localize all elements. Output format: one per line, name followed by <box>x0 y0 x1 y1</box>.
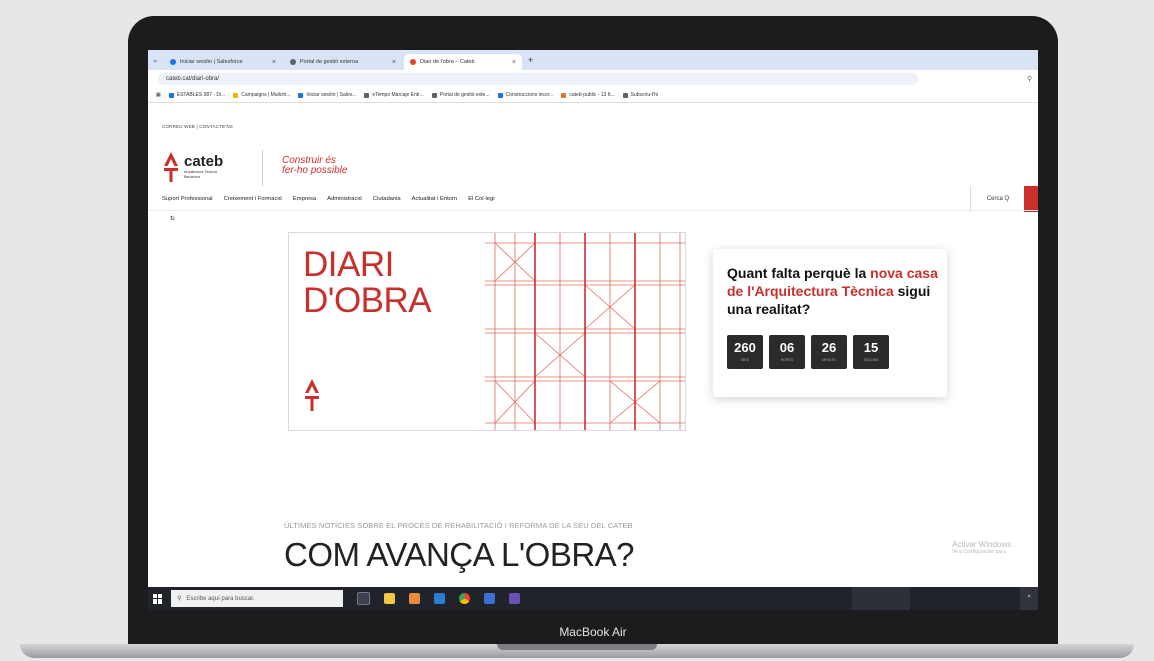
file-explorer-icon[interactable] <box>384 593 395 604</box>
search-icon: ⚲ <box>177 596 182 602</box>
tab-portal[interactable]: Portal de gestió externa × <box>284 54 402 70</box>
bookmark-item[interactable]: Campaigns | Mailchi... <box>233 92 290 98</box>
nav-item-creixement[interactable]: Creixement i Formació <box>224 196 282 202</box>
close-tab-icon[interactable]: × <box>392 59 396 66</box>
tab-diari-obra[interactable]: Diari de l'obra – Cateb × <box>404 54 522 70</box>
bookmark-favicon-icon <box>497 92 503 98</box>
bookmark-item[interactable]: Construccions incor... <box>497 92 553 98</box>
new-tab-icon[interactable]: + <box>528 55 533 65</box>
timer-unit: DIES <box>740 358 750 362</box>
bookmark-favicon-icon <box>622 92 628 98</box>
nav-item-actualitat[interactable]: Actualitat i Entorn <box>412 196 457 202</box>
banner-title-line-1: DIARI <box>303 245 394 284</box>
cateb-logo-icon[interactable] <box>164 152 178 182</box>
countdown-card: Quant falta perquè la nova casa de l'Arq… <box>713 249 947 397</box>
bookmark-item[interactable]: Portal de gestió exte... <box>431 92 490 98</box>
tab-title: Portal de gestió externa <box>300 59 359 65</box>
zoom-icon[interactable]: ⚲ <box>1027 75 1032 83</box>
url-input[interactable]: cateb.cat/diari-obra/ <box>158 73 918 85</box>
logo-name[interactable]: cateb <box>184 153 223 170</box>
tab-title: Diari de l'obra – Cateb <box>420 59 475 65</box>
chrome-icon[interactable] <box>459 593 470 604</box>
tab-search-icon[interactable]: ⌄ <box>148 56 162 64</box>
timer-minutes: 26 MINUTS <box>811 335 847 369</box>
bookmark-item[interactable]: eTempo Marcaje Entr... <box>364 92 424 98</box>
timer-unit: HORES <box>780 358 794 362</box>
close-tab-icon[interactable]: × <box>512 59 516 66</box>
timer-unit: MINUTS <box>822 358 836 362</box>
timer-value: 260 <box>734 340 756 355</box>
laptop-notch <box>497 644 657 650</box>
bookmark-favicon-icon <box>298 92 304 98</box>
main-nav: Suport Professional Creixement i Formaci… <box>162 196 505 202</box>
bookmark-favicon-icon <box>233 92 239 98</box>
tab-salesforce[interactable]: Iniciar sesión | Salesforce × <box>164 54 282 70</box>
menu-button[interactable] <box>1024 186 1038 212</box>
search-button[interactable]: Cerca Q <box>970 186 1025 212</box>
address-bar: ← → ↻ cateb.cat/diari-obra/ ⚲ <box>148 70 1038 222</box>
bookmark-item[interactable]: cateb-public - 13 It... <box>561 92 615 98</box>
diari-obra-banner: DIARI D'OBRA <box>288 232 686 431</box>
activate-windows-watermark: Activar Windows Ve a Configuración para <box>952 540 1011 555</box>
nav-item-ciutadania[interactable]: Ciutadania <box>373 196 401 202</box>
cateb-favicon-icon <box>410 59 416 65</box>
windows-start-icon[interactable] <box>153 593 163 604</box>
countdown-headline: Quant falta perquè la nova casa de l'Arq… <box>727 264 941 318</box>
task-view-icon[interactable] <box>357 592 370 605</box>
windows-taskbar: ⚲ Escribe aquí para buscar. ^ <box>148 587 1038 610</box>
timer-unit: SEGONS <box>863 358 879 362</box>
section-heading: COM AVANÇA L'OBRA? <box>284 536 635 573</box>
logo-divider <box>262 150 263 186</box>
activate-title: Activar Windows <box>952 540 1012 549</box>
nav-item-administracio[interactable]: Administració <box>327 196 362 202</box>
close-tab-icon[interactable]: × <box>272 59 276 66</box>
headline-text: Quant falta perquè la <box>727 265 871 281</box>
timer-days: 260 DIES <box>727 335 763 369</box>
browser-tabbar: ⌄ Iniciar sesión | Salesforce × Portal d… <box>148 50 1038 70</box>
nav-item-collegi[interactable]: El Col·legi <box>468 196 494 202</box>
salesforce-favicon-icon <box>170 59 176 65</box>
timer-value: 06 <box>779 340 795 355</box>
banner-title-line-2: D'OBRA <box>303 281 432 320</box>
scaffold-grid-illustration <box>485 233 685 430</box>
timer-hours: 06 HORES <box>769 335 805 369</box>
banner-logo-icon <box>305 379 319 411</box>
device-brand-label: MacBook Air <box>559 625 627 639</box>
screen: ⌄ Iniciar sesión | Salesforce × Portal d… <box>148 50 1038 610</box>
section-subheading: ÚLTIMES NOTÍCIES SOBRE EL PROCÉS DE REHA… <box>284 521 633 530</box>
bookmark-item[interactable]: Iniciar sesión | Sales... <box>298 92 356 98</box>
nav-item-suport[interactable]: Suport Professional <box>162 196 213 202</box>
apps-icon[interactable]: ▦ <box>156 92 161 98</box>
logo-subtitle: Arquitectura Tècnica Barcelona <box>184 170 217 179</box>
slogan-line-2: fer-ho possible <box>282 165 348 176</box>
slogan: Construir és fer-ho possible <box>282 156 347 176</box>
taskbar-search-input[interactable]: ⚲ Escribe aquí para buscar. <box>171 590 343 607</box>
outlook-icon[interactable] <box>434 593 445 604</box>
tab-title: Iniciar sesión | Salesforce <box>180 59 243 65</box>
app-icon[interactable] <box>484 593 495 604</box>
bookmark-item[interactable]: Subscriu-t'hi <box>622 92 658 98</box>
nav-item-empresa[interactable]: Empresa <box>293 196 316 202</box>
activate-subtitle: Ve a Configuración para <box>952 549 1006 555</box>
countdown-timer: 260 DIES 06 HORES 26 MINUTS 15 SEGONS <box>727 335 895 369</box>
bookmark-favicon-icon <box>364 92 370 98</box>
reload-icon[interactable]: ↻ <box>170 216 175 222</box>
timer-value: 26 <box>821 340 837 355</box>
search-placeholder: Escribe aquí para buscar. <box>186 595 255 602</box>
app-icon[interactable] <box>409 593 420 604</box>
bookmarks-bar: ▦ ESTABLES 387 - Di... Campaigns | Mailc… <box>148 88 1038 103</box>
taskbar-tray-area <box>852 587 910 610</box>
bookmark-favicon-icon <box>431 92 437 98</box>
nav-divider <box>148 210 1038 211</box>
banner-title: DIARI D'OBRA <box>303 245 432 320</box>
teams-icon[interactable] <box>509 593 520 604</box>
chevron-up-icon[interactable]: ^ <box>1020 587 1038 610</box>
utility-links[interactable]: CORREU WEB | CONTACTE'NS <box>162 124 233 129</box>
timer-seconds: 15 SEGONS <box>853 335 889 369</box>
bookmark-favicon-icon <box>168 92 174 98</box>
bookmark-item[interactable]: ESTABLES 387 - Di... <box>168 92 225 98</box>
bookmark-favicon-icon <box>561 92 567 98</box>
portal-favicon-icon <box>290 59 296 65</box>
timer-value: 15 <box>863 340 879 355</box>
